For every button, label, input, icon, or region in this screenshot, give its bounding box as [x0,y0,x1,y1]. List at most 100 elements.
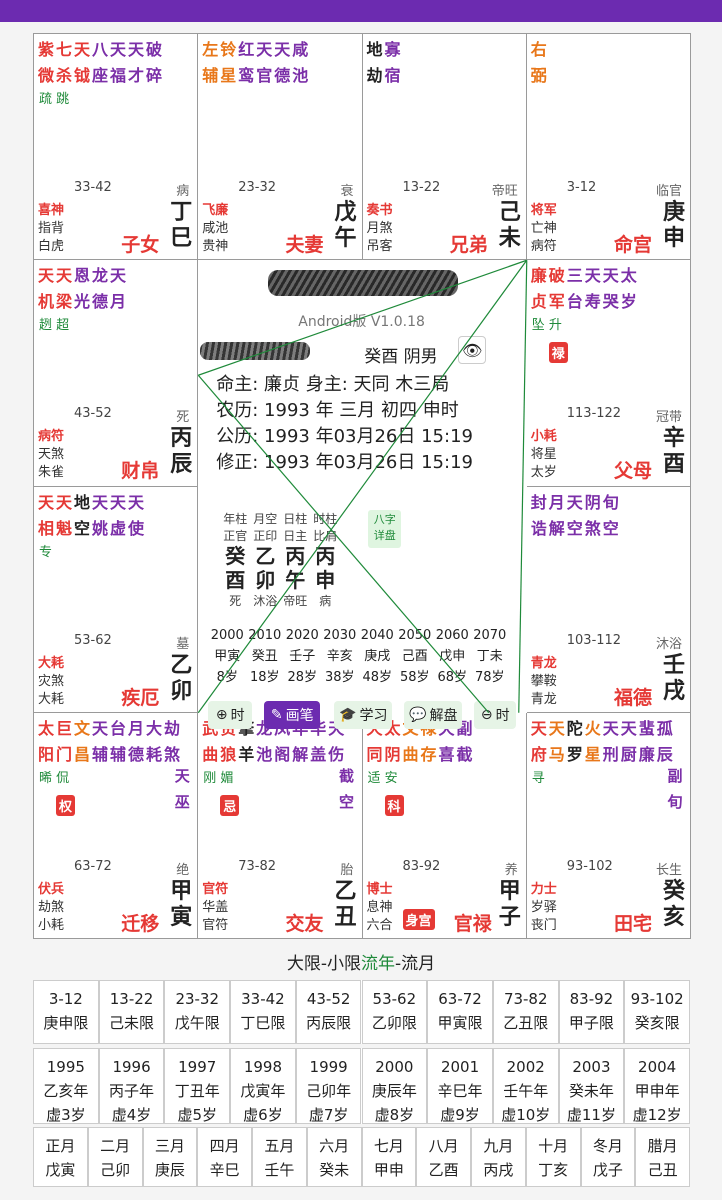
star-天姚[interactable]: 天姚 [91,490,109,542]
star-文昌[interactable]: 文昌 [73,716,91,768]
daxian-cell[interactable]: 83-92 甲子限 [558,980,625,1044]
palace-cell-hai[interactable]: 天府天马陀罗火星天刑天厨蜚廉孤辰寻副旬 93-102 长生 力士 岁驿 丧门 田宅癸亥 [525,711,691,939]
palace-cell-wei[interactable]: 地劫寡宿 13-22 帝旺 奏书 月煞 吊客 兄弟己未 [361,33,527,261]
star-天相[interactable]: 天相 [37,490,55,542]
action-button-3[interactable]: 💬 解盘 [404,701,463,730]
star-天福[interactable]: 天福 [109,37,127,89]
palace-name[interactable]: 兄弟 [450,230,488,257]
liuyue-cell[interactable]: 六月 癸未 [306,1127,362,1187]
liunian-cell[interactable]: 1996 丙子年 虚4岁 [98,1048,165,1124]
liuyue-cell[interactable]: 十月 丁亥 [525,1127,581,1187]
star-紫微[interactable]: 紫微 [37,37,55,89]
liuyue-cell[interactable]: 七月 甲申 [361,1127,417,1187]
star-封诰[interactable]: 封诰 [530,490,548,542]
palace-cell-wu[interactable]: 左辅铃星红鸾天官天德咸池 23-32 衰飞廉 咸池 贵神 夫妻戊午 [197,33,363,261]
daxian-cell[interactable]: 23-32 戊午限 [164,980,231,1044]
palace-name[interactable]: 疾厄 [121,683,159,710]
star-天哭[interactable]: 天哭 [602,263,620,315]
liunian-cell[interactable]: 1999 己卯年 虚7岁 [295,1048,362,1124]
star-破军[interactable]: 破军 [548,263,566,315]
star-巨门[interactable]: 巨门 [55,716,73,768]
star-天德[interactable]: 天德 [273,37,291,89]
star-天马[interactable]: 天马 [548,716,566,768]
star-天辅[interactable]: 天辅 [91,716,109,768]
star-三台[interactable]: 三台 [566,263,584,315]
star-陀罗[interactable]: 陀罗 [566,716,584,768]
bazi-detail-button[interactable]: 八字 详盘 [368,510,402,549]
star-天寿[interactable]: 天寿 [584,263,602,315]
star-七杀[interactable]: 七杀 [55,37,73,89]
palace-name[interactable]: 命宫 [614,230,652,257]
star-天钺[interactable]: 天钺 [73,37,91,89]
liunian-cell[interactable]: 2003 癸未年 虚11岁 [558,1048,625,1124]
liuyue-cell[interactable]: 正月 戊寅 [33,1127,88,1187]
liuyue-cell[interactable]: 四月 辛巳 [197,1127,252,1187]
star-龙德[interactable]: 龙德 [91,263,109,315]
star-孤辰[interactable]: 孤辰 [656,716,674,768]
palace-cell-mao[interactable]: 天相天魁地空天姚天虚天使专 53-62 墓大耗 灾煞 大耗 疾厄乙卯 [33,485,199,713]
liuyue-cell[interactable]: 五月 壬午 [252,1127,307,1187]
liunian-cell[interactable]: 2004 甲申年 虚12岁 [624,1048,690,1124]
palace-name[interactable]: 夫妻 [285,230,323,257]
star-天刑[interactable]: 天刑 [602,716,620,768]
star-天虚[interactable]: 天虚 [109,490,127,542]
action-button-4[interactable]: ⊖ 时 [474,701,517,730]
liunian-cell[interactable]: 2001 辛巳年 虚9岁 [427,1048,493,1124]
star-天厨[interactable]: 天厨 [620,716,638,768]
palace-cell-chen[interactable]: 天机天梁恩光龙德天月趔 超 43-52 死病符 天煞 朱雀 财帛丙辰 [33,259,199,487]
daxian-cell[interactable]: 53-62 乙卯限 [361,980,428,1044]
daxian-cell[interactable]: 63-72 甲寅限 [427,980,493,1044]
star-阴煞[interactable]: 阴煞 [584,490,602,542]
liuyue-cell[interactable]: 腊月 己丑 [635,1127,690,1187]
star-天使[interactable]: 天使 [127,490,145,542]
star-廉贞[interactable]: 廉贞 [530,263,548,315]
palace-cell-shen[interactable]: 右弼 3-12 临官 将军 亡神 病符 命宫庚申 [525,33,691,261]
star-左辅[interactable]: 左辅 [201,37,219,89]
star-天才[interactable]: 天才 [127,37,145,89]
palace-name[interactable]: 财帛 [121,456,159,483]
palace-name[interactable]: 官禄 [454,909,492,936]
star-破碎[interactable]: 破碎 [145,37,163,89]
star-寡宿[interactable]: 寡宿 [384,37,402,89]
palace-cell-si[interactable]: 紫微七杀天钺八座天福天才破碎疏 跳 33-42 病喜神 指背 白虎 子女丁巳 [33,33,199,261]
palace-name[interactable]: 福德 [614,683,652,710]
liunian-cell[interactable]: 1997 丁丑年 虚5岁 [164,1048,231,1124]
star-火星[interactable]: 火星 [584,716,602,768]
star-恩光[interactable]: 恩光 [73,263,91,315]
liunian-cell[interactable]: 2000 庚辰年 虚8岁 [361,1048,428,1124]
palace-name[interactable]: 子女 [121,230,159,257]
daxian-cell[interactable]: 43-52 丙辰限 [295,980,362,1044]
star-天魁[interactable]: 天魁 [55,490,73,542]
daxian-cell[interactable]: 33-42 丁巳限 [230,980,296,1044]
liuyue-cell[interactable]: 二月 己卯 [87,1127,143,1187]
star-咸池[interactable]: 咸池 [291,37,309,89]
star-太岁[interactable]: 太岁 [620,263,638,315]
star-太阳[interactable]: 太阳 [37,716,55,768]
palace-cell-xu[interactable]: 封诰月解天空阴煞旬空 103-112 沐浴 青龙 攀鞍 青龙 福德壬戌 [525,485,691,713]
daxian-cell[interactable]: 3-12 庚申限 [33,980,99,1044]
star-铃星[interactable]: 铃星 [219,37,237,89]
daxian-cell[interactable]: 93-102 癸亥限 [624,980,690,1044]
liuyue-cell[interactable]: 冬月 戊子 [580,1127,636,1187]
palace-name[interactable]: 迁移 [121,909,159,936]
liunian-cell[interactable]: 2002 壬午年 虚10岁 [492,1048,559,1124]
star-月解[interactable]: 月解 [548,490,566,542]
star-劫煞[interactable]: 劫煞 [163,716,181,768]
star-地劫[interactable]: 地劫 [366,37,384,89]
star-天月[interactable]: 天月 [109,263,127,315]
star-月德[interactable]: 月德 [127,716,145,768]
section-title-c[interactable]: -流月 [395,954,435,974]
star-天梁[interactable]: 天梁 [55,263,73,315]
palace-name[interactable]: 交友 [285,909,323,936]
palace-cell-zi[interactable]: 天同太阴文曲禄存天喜副截适 安科83-92养博士息神六合官禄甲子身宫 [361,711,527,939]
action-button-0[interactable]: ⊕ 时 [208,701,253,730]
star-红鸾[interactable]: 红鸾 [237,37,255,89]
star-大耗[interactable]: 大耗 [145,716,163,768]
action-button-2[interactable]: 🎓 学习 [334,701,393,730]
action-button-1[interactable]: ✎ 画笔 [264,701,321,730]
star-天府[interactable]: 天府 [530,716,548,768]
daxian-cell[interactable]: 73-82 乙丑限 [492,980,559,1044]
palace-cell-you[interactable]: 廉贞破军三台天寿天哭太岁坠 升禄 113-122 冠带 小耗 将星 太岁 父母辛酉 [525,259,691,487]
eye-icon[interactable]: 👁 [458,336,487,365]
star-旬空[interactable]: 旬空 [602,490,620,542]
